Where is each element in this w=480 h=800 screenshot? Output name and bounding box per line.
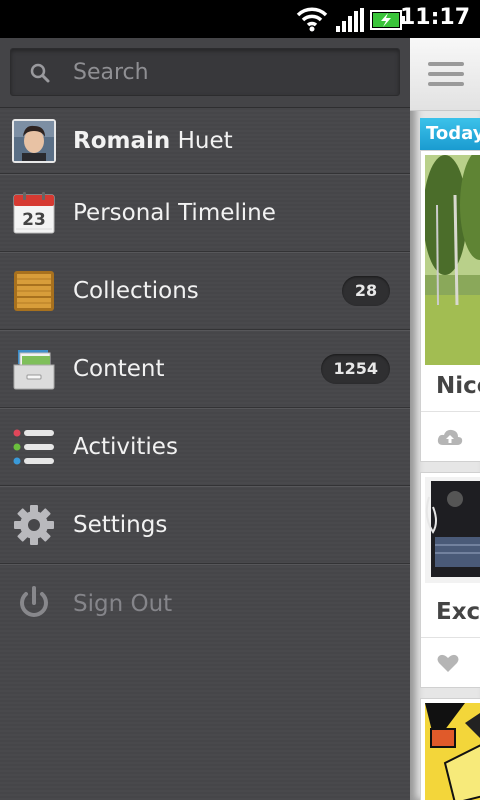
- cloud-upload-icon: [437, 429, 463, 445]
- power-icon: [20, 585, 48, 617]
- card-divider: [421, 411, 480, 412]
- content-tray-icon: [13, 350, 55, 390]
- sidebar-item-content[interactable]: Content 1254: [0, 330, 410, 408]
- sidebar-item-label: Collections: [73, 278, 199, 304]
- profile-name: Romain Huet: [73, 128, 233, 154]
- profile-first-name: Romain: [73, 127, 171, 154]
- heart-icon: [437, 654, 459, 672]
- sidebar-item-label: Sign Out: [73, 590, 173, 617]
- main-content: Today Nice 2 Excl: [410, 38, 480, 800]
- card-title: Excl: [436, 599, 480, 625]
- sidebar-item-settings[interactable]: Settings: [0, 486, 410, 564]
- sidebar-item-activities[interactable]: Activities: [0, 408, 410, 486]
- card-title: Nice: [436, 373, 480, 399]
- sidebar-item-collections[interactable]: Collections 28: [0, 252, 410, 330]
- signal-icon: [336, 8, 364, 32]
- sidebar-item-label: Settings: [73, 512, 168, 538]
- sidebar-item-personal-timeline[interactable]: 23 Personal Timeline: [0, 174, 410, 252]
- card-divider: [421, 637, 480, 638]
- search-input[interactable]: [73, 49, 389, 95]
- calendar-icon: 23: [13, 192, 55, 234]
- status-time: 11:17: [399, 5, 470, 30]
- tab-today[interactable]: Today: [420, 118, 480, 150]
- feed-card[interactable]: Excl 1: [420, 472, 480, 688]
- menu-icon[interactable]: [428, 60, 464, 88]
- search-box[interactable]: [10, 48, 400, 96]
- sidebar-item-profile[interactable]: Romain Huet: [0, 108, 410, 174]
- search-bar: [0, 38, 410, 108]
- search-icon: [30, 63, 50, 83]
- calendar-day: 23: [22, 210, 46, 230]
- profile-last-name: Huet: [177, 127, 233, 154]
- wifi-icon: [296, 7, 328, 32]
- feed-card[interactable]: [420, 698, 480, 800]
- sidebar-item-label: Personal Timeline: [73, 200, 276, 226]
- card-image: [425, 477, 480, 583]
- avatar: [12, 118, 56, 163]
- navigation-drawer: Romain Huet 23 Personal Timeline Collect…: [0, 38, 410, 800]
- status-bar: 11:17: [0, 0, 480, 38]
- sidebar-item-label: Content: [73, 356, 165, 382]
- gear-icon: [14, 505, 54, 545]
- count-badge: 28: [342, 276, 390, 306]
- card-image: [425, 703, 480, 800]
- sidebar-item-label: Activities: [73, 434, 178, 460]
- collections-cabinet-icon: [14, 271, 54, 311]
- sidebar-item-sign-out[interactable]: Sign Out: [0, 564, 410, 642]
- top-bar: [410, 38, 480, 111]
- activities-list-icon: [13, 429, 54, 465]
- count-badge: 1254: [321, 354, 390, 384]
- card-image: [425, 155, 480, 365]
- feed-card[interactable]: Nice 2: [420, 150, 480, 462]
